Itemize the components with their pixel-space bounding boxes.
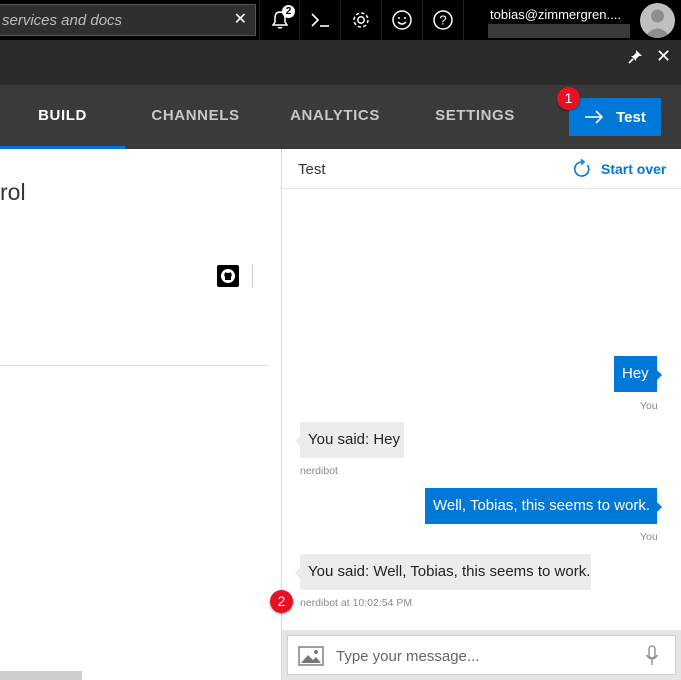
build-pane: rol [0, 149, 282, 680]
help-icon: ? [433, 10, 453, 30]
callout-marker-2: 2 [270, 590, 293, 613]
bot-message: You said: Well, Tobias, this seems to wo… [300, 554, 591, 590]
gear-icon [353, 12, 369, 28]
callout-marker-1: 1 [557, 87, 580, 110]
section-divider [0, 365, 268, 366]
github-icon [221, 269, 235, 283]
tab-channels[interactable]: CHANNELS [138, 85, 253, 149]
composer-box [287, 635, 676, 675]
horizontal-scrollbar[interactable] [0, 671, 82, 680]
blade-header: ✕ [0, 40, 681, 85]
close-icon[interactable]: ✕ [656, 46, 671, 66]
tab-build[interactable]: BUILD [0, 85, 125, 149]
toolbar-separator [463, 0, 464, 40]
svg-text:?: ? [439, 13, 446, 28]
help-button[interactable]: ? [422, 0, 463, 40]
pin-icon[interactable] [626, 48, 644, 66]
search-input[interactable] [0, 5, 222, 35]
message-meta: nerdibot [300, 465, 338, 477]
test-chat-pane: Test Start over Hey You You said: Hey ne… [282, 149, 681, 680]
settings-button[interactable] [340, 0, 381, 40]
search-box[interactable]: ✕ [0, 4, 256, 36]
bubble-tail [657, 370, 662, 380]
toolbar-divider [252, 265, 253, 287]
message-meta: You [640, 400, 658, 412]
portal-top-bar: ✕ 2 ? tobias@zimmergren.... [0, 0, 681, 40]
user-email[interactable]: tobias@zimmergren.... [490, 7, 621, 22]
github-button[interactable] [217, 265, 239, 287]
image-upload-icon[interactable] [298, 646, 324, 666]
message-input[interactable] [334, 644, 628, 668]
chat-header: Test Start over [282, 149, 681, 189]
message-composer [282, 630, 681, 680]
chat-title: Test [298, 161, 326, 178]
notification-count-badge: 2 [282, 5, 295, 18]
refresh-icon [574, 159, 590, 177]
bot-message: You said: Hey [300, 422, 404, 458]
feedback-button[interactable] [381, 0, 422, 40]
test-button-label: Test [616, 108, 646, 126]
smiley-icon [392, 10, 412, 30]
tab-analytics[interactable]: ANALYTICS [280, 85, 390, 149]
user-icon [644, 9, 671, 38]
notifications-button[interactable]: 2 [259, 0, 300, 40]
user-message: Well, Tobias, this seems to work. [425, 488, 657, 524]
page-title: rol [0, 179, 26, 205]
arrow-right-icon [585, 110, 604, 124]
user-directory-redacted [488, 24, 630, 38]
microphone-icon[interactable] [645, 645, 659, 667]
start-over-button[interactable]: Start over [572, 159, 666, 179]
tab-settings[interactable]: SETTINGS [425, 85, 525, 149]
cloud-shell-button[interactable] [299, 0, 340, 40]
bubble-tail [657, 502, 662, 512]
message-meta: nerdibot at 10:02:54 PM [300, 597, 413, 609]
avatar[interactable] [640, 3, 675, 38]
terminal-icon [311, 13, 329, 27]
start-over-label: Start over [601, 161, 667, 177]
message-meta: You [640, 531, 658, 543]
test-button[interactable]: Test [569, 98, 661, 136]
clear-search-icon[interactable]: ✕ [234, 10, 247, 30]
user-message: Hey [614, 356, 657, 392]
